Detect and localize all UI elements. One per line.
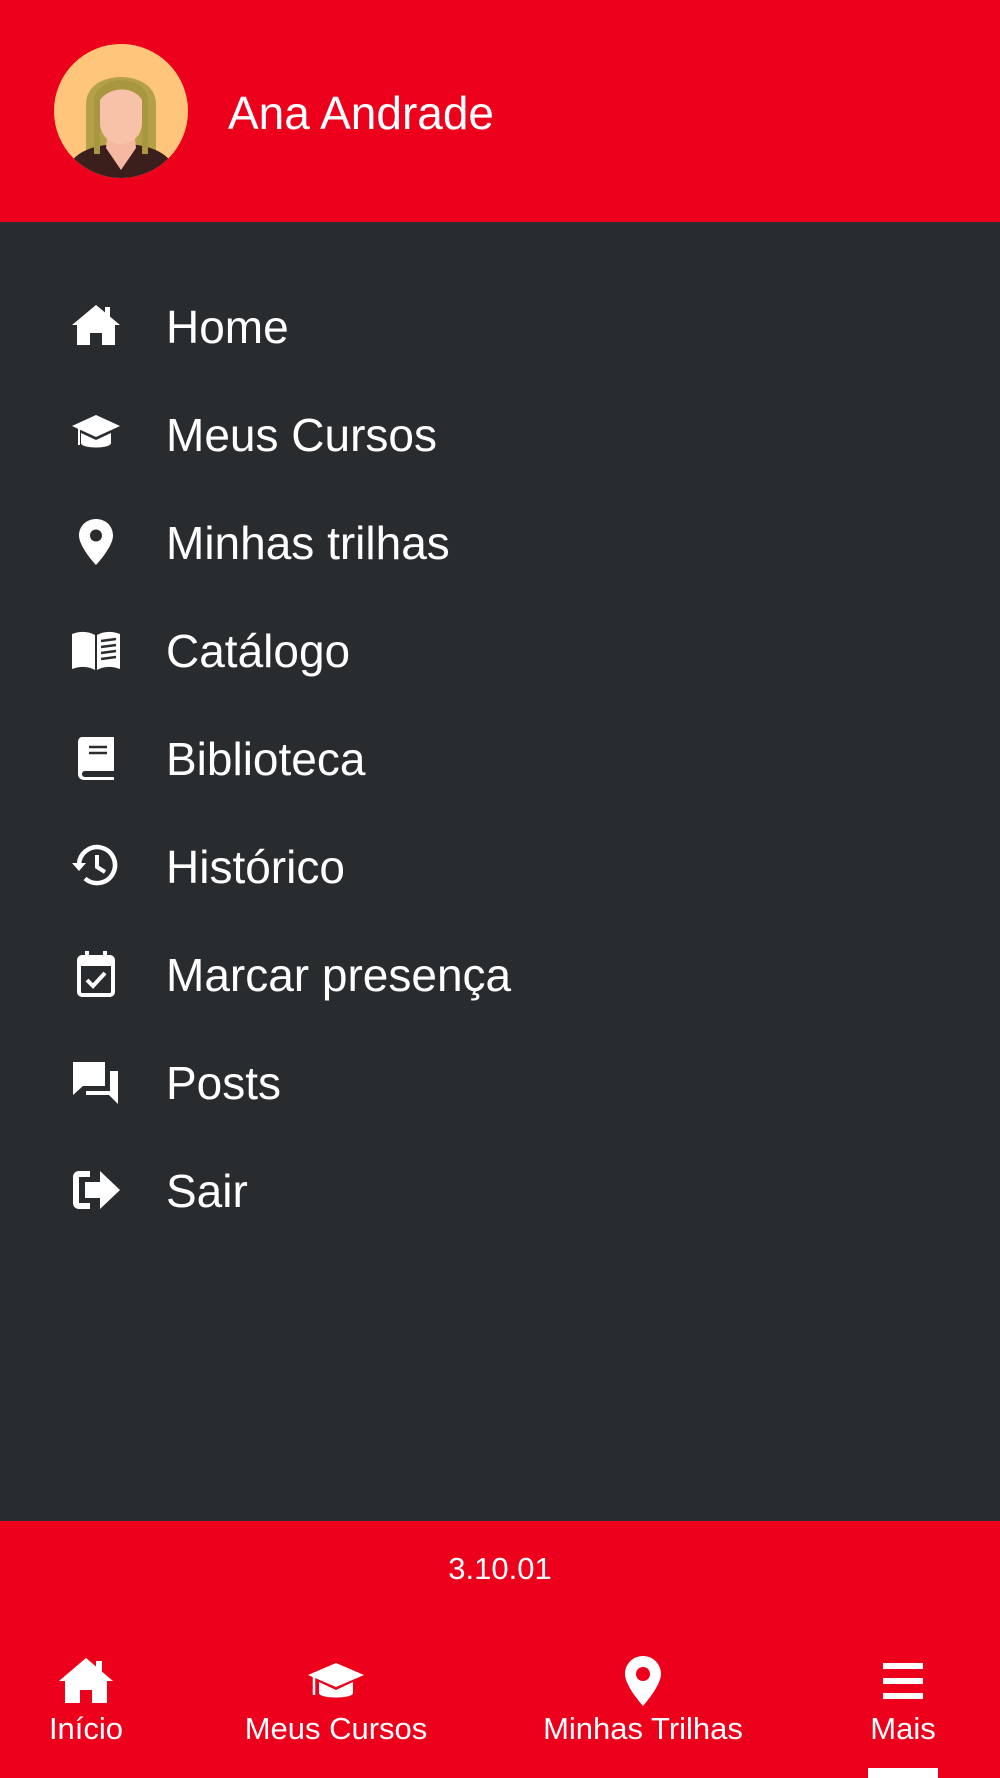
tab-mais[interactable]: Mais: [848, 1647, 958, 1778]
book-icon: [66, 733, 126, 783]
menu-item-label: Sair: [166, 1165, 248, 1217]
tab-label: Minhas Trilhas: [543, 1711, 743, 1746]
profile-header[interactable]: Ana Andrade: [0, 0, 1000, 222]
menu-item-home[interactable]: Home: [0, 276, 1000, 376]
menu-item-sair[interactable]: Sair: [0, 1140, 1000, 1240]
open-book-icon: [66, 625, 126, 675]
home-icon: [56, 1655, 116, 1707]
tab-label: Meus Cursos: [244, 1711, 428, 1746]
menu-item-historico[interactable]: Histórico: [0, 816, 1000, 916]
menu-item-label: Catálogo: [166, 625, 351, 677]
tab-label: Mais: [870, 1711, 936, 1746]
menu-item-label: Histórico: [166, 841, 345, 893]
menu-item-label: Minhas trilhas: [166, 517, 450, 569]
active-tab-indicator: [868, 1768, 938, 1778]
user-avatar[interactable]: [54, 44, 188, 178]
drawer-menu: Home Meus Cursos Minhas trilhas Catálogo: [0, 222, 1000, 1521]
graduation-cap-icon: [306, 1655, 366, 1707]
app-version: 3.10.01: [448, 1551, 552, 1586]
menu-item-label: Meus Cursos: [166, 409, 437, 461]
menu-item-label: Biblioteca: [166, 733, 366, 785]
sign-out-icon: [66, 1165, 126, 1215]
bottom-bar: 3.10.01 Início Meus Cursos Minhas Trilha…: [0, 1521, 1000, 1778]
menu-item-meus-cursos[interactable]: Meus Cursos: [0, 384, 1000, 484]
menu-item-posts[interactable]: Posts: [0, 1032, 1000, 1132]
hamburger-menu-icon: [873, 1655, 933, 1707]
calendar-check-icon: [66, 949, 126, 999]
tab-meus-cursos[interactable]: Meus Cursos: [226, 1647, 446, 1778]
tab-inicio[interactable]: Início: [16, 1647, 156, 1778]
avatar-image: [54, 44, 188, 178]
menu-item-label: Posts: [166, 1057, 282, 1109]
forum-icon: [66, 1057, 126, 1107]
menu-item-catalogo[interactable]: Catálogo: [0, 600, 1000, 700]
graduation-cap-icon: [66, 409, 126, 459]
navigation-drawer-screen: Ana Andrade Home Meus Cursos Minhas tril…: [0, 0, 1000, 1778]
menu-item-biblioteca[interactable]: Biblioteca: [0, 708, 1000, 808]
menu-item-label: Home: [166, 301, 289, 353]
history-icon: [66, 841, 126, 891]
home-icon: [66, 301, 126, 351]
menu-item-minhas-trilhas[interactable]: Minhas trilhas: [0, 492, 1000, 592]
map-marker-icon: [66, 517, 126, 567]
tab-label: Início: [48, 1711, 124, 1746]
user-name[interactable]: Ana Andrade: [228, 86, 494, 140]
menu-item-label: Marcar presença: [166, 949, 512, 1001]
tab-minhas-trilhas[interactable]: Minhas Trilhas: [528, 1647, 758, 1778]
menu-item-marcar-presenca[interactable]: Marcar presença: [0, 924, 1000, 1024]
map-marker-icon: [613, 1655, 673, 1707]
